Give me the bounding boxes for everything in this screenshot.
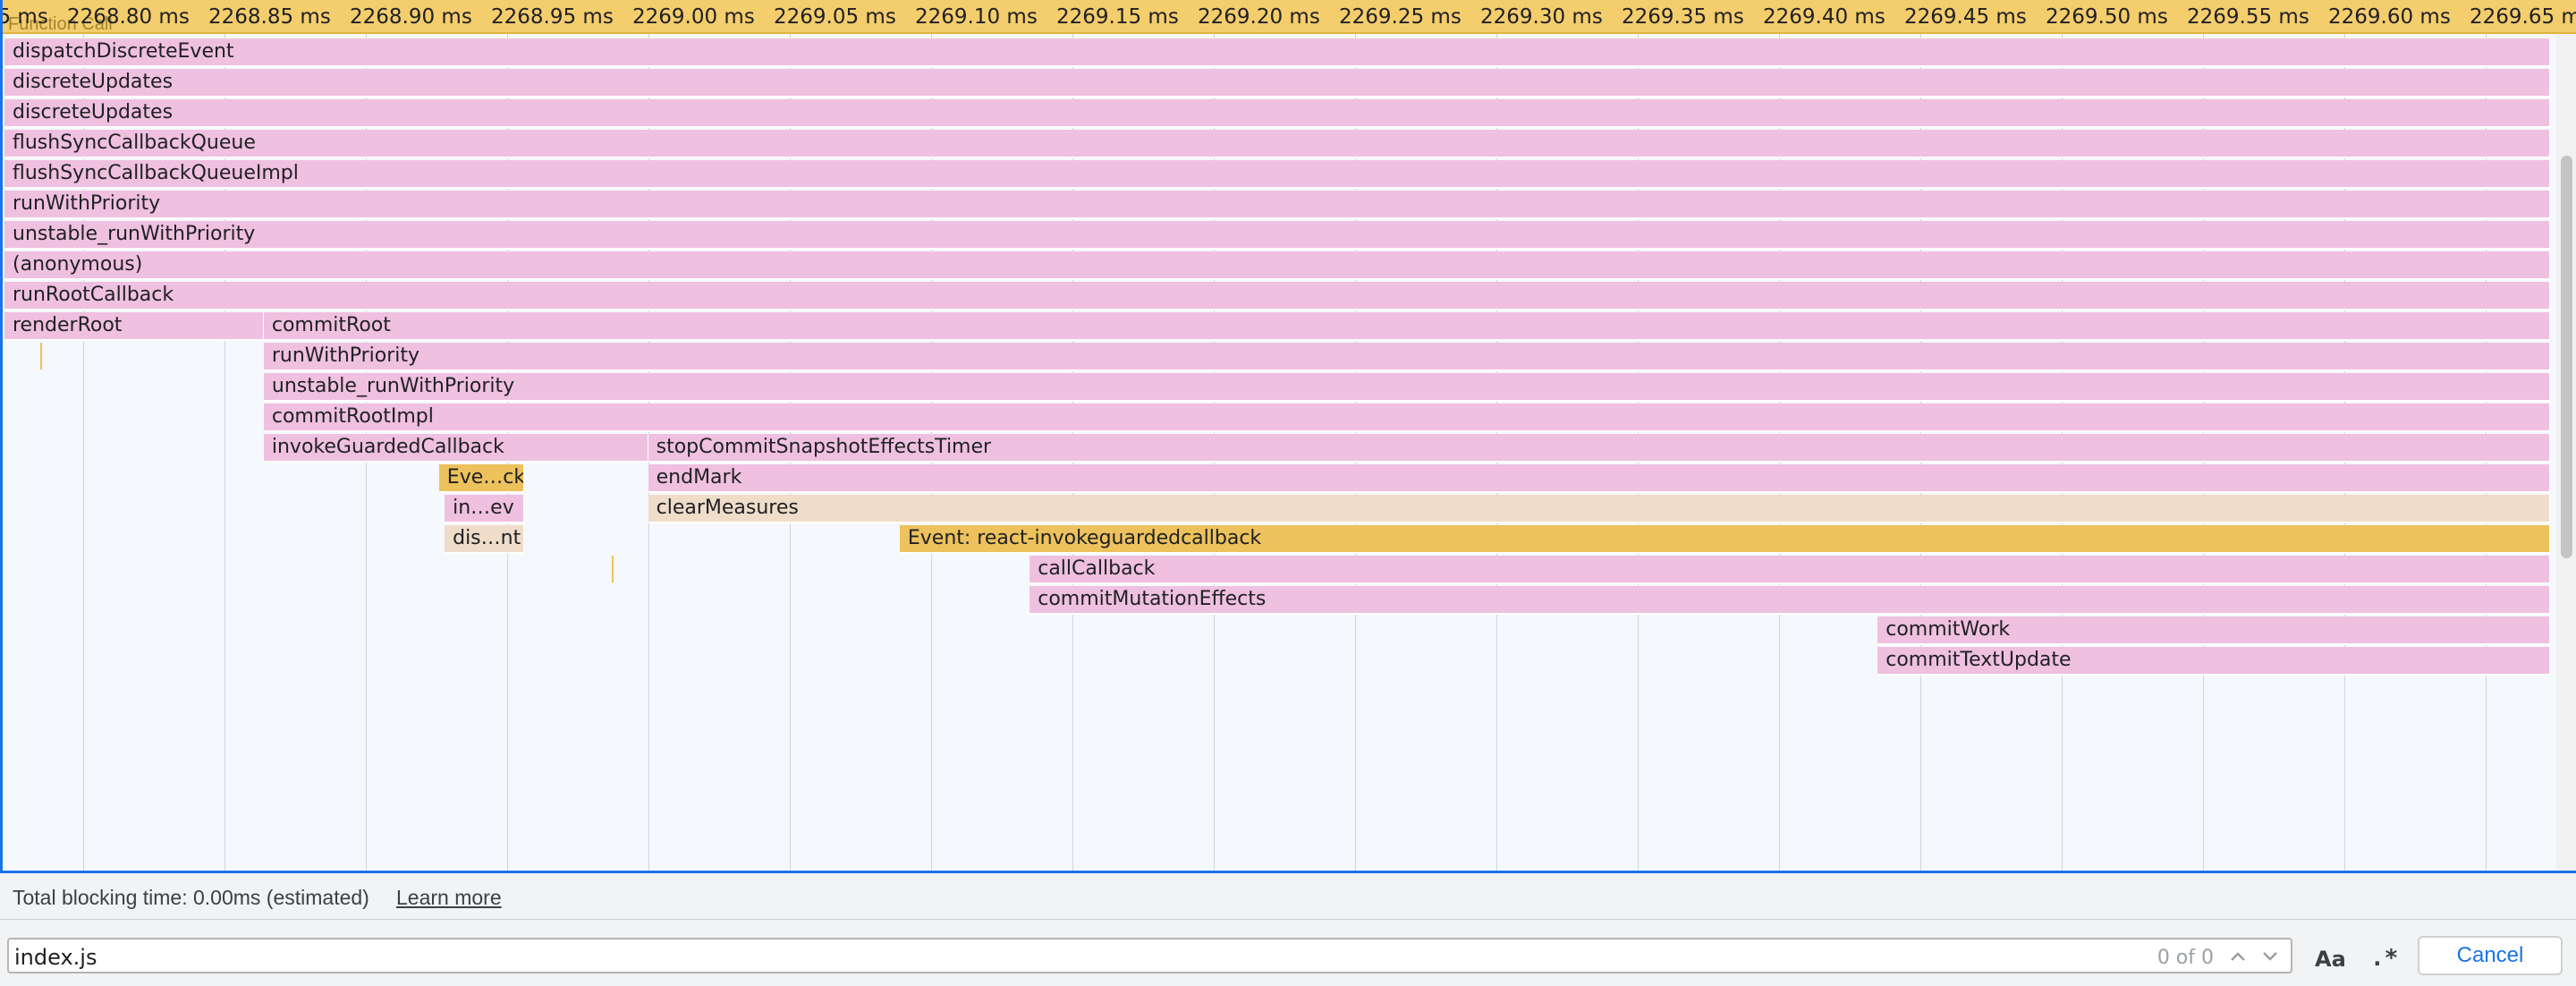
- flame-entry[interactable]: runRootCallback: [4, 282, 2551, 310]
- time-ruler[interactable]: Function Call 2268.75 ms2268.80 ms2268.8…: [3, 0, 2576, 34]
- flame-entry[interactable]: dis…nt: [445, 525, 524, 554]
- flame-entry[interactable]: flushSyncCallbackQueueImpl: [4, 160, 2551, 189]
- flame-entry[interactable]: discreteUpdates: [4, 99, 2551, 128]
- chevron-down-icon[interactable]: [2255, 942, 2285, 971]
- ruler-tick-label: 2269.40 ms: [1763, 5, 1885, 29]
- ruler-tick-label: 2268.90 ms: [350, 5, 472, 29]
- ruler-tick-label: 2269.15 ms: [1056, 5, 1179, 29]
- match-count: 0 of 0: [2157, 947, 2214, 969]
- summary-bar: Total blocking time: 0.00ms (estimated) …: [0, 873, 2576, 920]
- search-input[interactable]: index.js 0 of 0: [7, 938, 2292, 973]
- flame-entry[interactable]: invokeGuardedCallback: [263, 434, 648, 463]
- flame-entry[interactable]: callCallback: [1030, 556, 2551, 584]
- flame-entry[interactable]: Eve…ck: [438, 464, 524, 493]
- flame-entry[interactable]: Event: react-invokeguardedcallback: [899, 525, 2551, 554]
- ruler-tick-label: 2268.95 ms: [491, 5, 614, 29]
- ruler-tick-label: 2269.55 ms: [2187, 5, 2309, 29]
- instant-event-mark[interactable]: [40, 343, 43, 370]
- ruler-tick-label: 2268.80 ms: [67, 5, 190, 29]
- regex-toggle[interactable]: .*: [2370, 945, 2398, 972]
- flame-entry[interactable]: unstable_runWithPriority: [4, 221, 2551, 250]
- ruler-tick-label: 2269.20 ms: [1198, 5, 1320, 29]
- search-input-value[interactable]: index.js: [14, 945, 97, 970]
- flame-entry[interactable]: dispatchDiscreteEvent: [4, 38, 2551, 67]
- vertical-scrollbar[interactable]: [2556, 34, 2576, 871]
- total-blocking-time: Total blocking time: 0.00ms (estimated): [13, 886, 369, 909]
- flame-chart[interactable]: dispatchDiscreteEvent discreteUpdates disc…: [3, 0, 2576, 871]
- search-bar: index.js 0 of 0 Aa .* Cancel: [0, 920, 2576, 986]
- ruler-tick-label: 2269.60 ms: [2328, 5, 2451, 29]
- ruler-tick-label: 2269.25 ms: [1339, 5, 1462, 29]
- flame-entry[interactable]: stopCommitSnapshotEffectsTimer: [648, 434, 2551, 463]
- flame-entry[interactable]: commitWork: [1877, 616, 2551, 645]
- ruler-tick-label: 2269.65 ms: [2470, 5, 2576, 29]
- flame-chart-panel[interactable]: dispatchDiscreteEvent discreteUpdates disc…: [0, 0, 2576, 873]
- ruler-tick-label: 2269.45 ms: [1904, 5, 2027, 29]
- cancel-button[interactable]: Cancel: [2418, 936, 2563, 975]
- flame-entry[interactable]: clearMeasures: [648, 495, 2551, 523]
- scrollbar-thumb[interactable]: [2561, 156, 2572, 558]
- flame-entry[interactable]: (anonymous): [4, 251, 2551, 280]
- flame-entry[interactable]: commitMutationEffects: [1030, 586, 2551, 615]
- ruler-tick-label: 2269.35 ms: [1622, 5, 1744, 29]
- instant-event-mark[interactable]: [611, 556, 614, 582]
- flame-entry[interactable]: renderRoot: [4, 312, 264, 341]
- flame-entry[interactable]: runWithPriority: [263, 343, 2551, 371]
- ruler-tick-label: 2269.50 ms: [2046, 5, 2168, 29]
- flame-entry[interactable]: in…ev: [445, 495, 524, 523]
- ruler-tick-label: 2269.05 ms: [774, 5, 896, 29]
- ruler-tick-label: 2269.00 ms: [632, 5, 755, 29]
- ruler-tick-label: 2268.85 ms: [208, 5, 331, 29]
- match-case-toggle[interactable]: Aa: [2315, 947, 2346, 972]
- ruler-tick-label: 2269.10 ms: [915, 5, 1038, 29]
- flame-entry[interactable]: unstable_runWithPriority: [263, 373, 2551, 402]
- flame-entry[interactable]: commitTextUpdate: [1877, 647, 2551, 676]
- chevron-up-icon[interactable]: [2223, 942, 2253, 971]
- flame-entry[interactable]: runWithPriority: [4, 191, 2551, 219]
- flame-entry[interactable]: commitRootImpl: [263, 404, 2551, 432]
- flame-entry[interactable]: endMark: [648, 464, 2551, 493]
- flame-entry[interactable]: discreteUpdates: [4, 69, 2551, 98]
- flame-entry[interactable]: flushSyncCallbackQueue: [4, 130, 2551, 158]
- flame-entry[interactable]: commitRoot: [263, 312, 2551, 341]
- ruler-tick-label: 2269.30 ms: [1480, 5, 1603, 29]
- ruler-tick-label: 2268.75 ms: [3, 5, 48, 29]
- learn-more-link[interactable]: Learn more: [396, 886, 502, 910]
